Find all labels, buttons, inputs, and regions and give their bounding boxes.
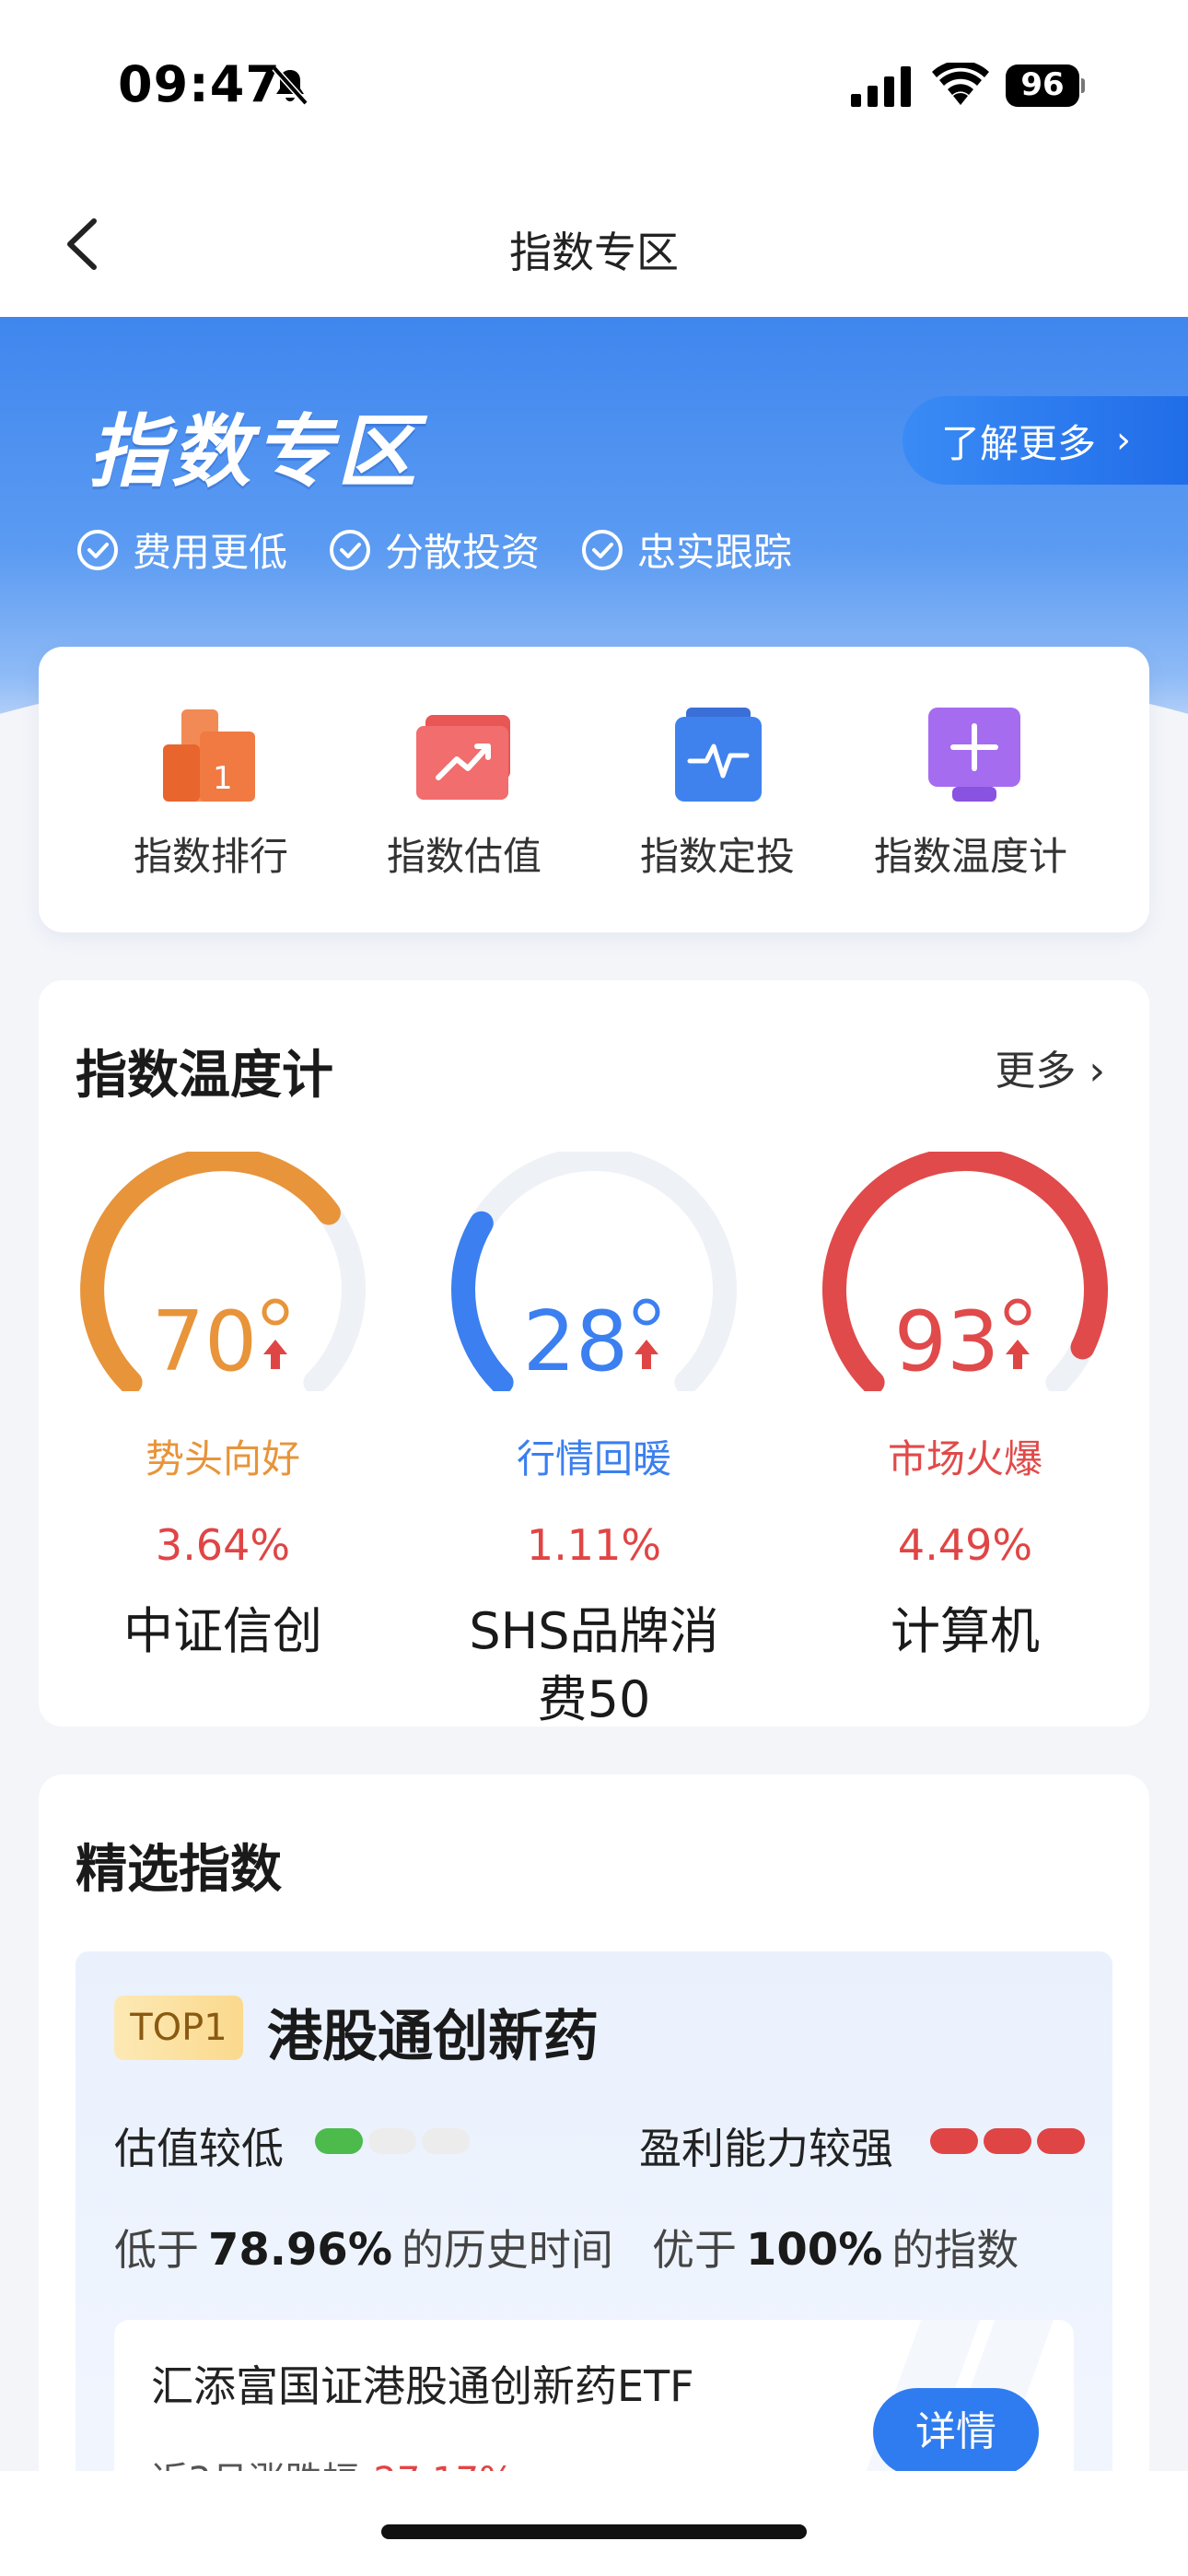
- learn-more-label: 了解更多: [941, 420, 1097, 466]
- wifi-icon: [932, 63, 989, 105]
- gauge-index-name: 计算机: [891, 1602, 1040, 1660]
- gauge-value: 28: [410, 1294, 778, 1390]
- page: 09:47 96 指数专区 指数专区 了解更多 › 费用更低 分散投资 忠实跟踪…: [0, 0, 1188, 2576]
- valuation-icon: [416, 715, 510, 800]
- degree-up-icon: [999, 1294, 1036, 1376]
- gauge-desc: 势头向好: [145, 1436, 300, 1481]
- check-circle-icon: [330, 529, 371, 570]
- profit-value: 100%: [746, 2224, 883, 2276]
- gauge-desc: 市场火爆: [887, 1436, 1042, 1481]
- valuation-value: 78.96%: [208, 2224, 392, 2276]
- quick-action-label: 指数排行: [133, 834, 288, 879]
- selected-index-card: 精选指数 TOP1 港股通创新药 估值较低 盈利能力较强 低于 78.96% 的历史…: [39, 1774, 1149, 2576]
- gauge-change: 4.49%: [897, 1520, 1033, 1570]
- quick-action-label: 指数估值: [386, 834, 542, 879]
- auto-invest-icon: [675, 708, 762, 802]
- bottom-bar: [0, 2471, 1188, 2576]
- gauge-item[interactable]: 28 行情回暖 1.11% SHS品牌消费50: [410, 1152, 778, 1728]
- thermometer-icon: [928, 708, 1020, 802]
- valuation-prefix: 低于: [114, 2225, 199, 2275]
- learn-more-button[interactable]: 了解更多 ›: [903, 396, 1188, 485]
- gauge-index-name: 中证信创: [123, 1602, 322, 1660]
- detail-button[interactable]: 详情: [873, 2388, 1039, 2476]
- nav-bar: 指数专区: [0, 175, 1188, 317]
- gauge-number: 70: [151, 1294, 258, 1390]
- thermometer-card: 指数温度计 更多 › 70 势头向好 3.64% 中证信创 28 行情回暖 1.…: [39, 980, 1149, 1728]
- degree-up-icon: [628, 1294, 665, 1376]
- gauge-index-name: SHS品牌消费50: [469, 1602, 719, 1728]
- quick-action-thermometer[interactable]: 指数温度计: [846, 698, 1095, 882]
- gauge-change: 1.11%: [526, 1520, 662, 1570]
- feature-label: 分散投资: [385, 530, 541, 575]
- quick-action-ranking[interactable]: 1 指数排行: [87, 698, 335, 882]
- level-segment: [422, 2128, 470, 2154]
- feature-label: 费用更低: [133, 530, 288, 575]
- svg-text:1: 1: [213, 760, 233, 797]
- valuation-detail: 低于 78.96% 的历史时间: [114, 2217, 613, 2277]
- cell-signal-icon: [851, 66, 911, 107]
- quick-action-auto-invest[interactable]: 指数定投: [593, 698, 842, 882]
- page-title: 指数专区: [509, 228, 679, 277]
- check-circle-icon: [582, 529, 623, 570]
- feature-label: 忠实跟踪: [637, 530, 793, 575]
- more-link[interactable]: 更多 ›: [995, 1037, 1105, 1096]
- feature-item: 忠实跟踪: [580, 521, 792, 578]
- chevron-right-icon: ›: [1116, 419, 1132, 462]
- index-name: 港股通创新药: [267, 2005, 599, 2069]
- check-circle-icon: [77, 529, 118, 570]
- section-title: 指数温度计: [76, 1046, 333, 1106]
- level-segment: [930, 2128, 978, 2154]
- gauge-value: 93: [781, 1294, 1149, 1390]
- profit-label: 盈利能力较强: [639, 2124, 893, 2173]
- valuation-label: 估值较低: [114, 2124, 284, 2173]
- profit-detail: 优于 100% 的指数: [652, 2217, 1019, 2277]
- profit-prefix: 优于: [652, 2225, 737, 2275]
- quick-actions-card: 1 指数排行 指数估值 指数定投 指数温度计: [39, 647, 1149, 932]
- status-time: 09:47: [118, 55, 281, 113]
- profit-suffix: 的指数: [891, 2225, 1019, 2275]
- level-segment: [1037, 2128, 1085, 2154]
- level-segment: [984, 2128, 1031, 2154]
- banner-title: 指数专区: [88, 406, 420, 498]
- feature-item: 分散投资: [328, 521, 540, 578]
- rank-badge: TOP1: [114, 1996, 243, 2060]
- gauge-item[interactable]: 70 势头向好 3.64% 中证信创: [39, 1152, 407, 1660]
- degree-up-icon: [257, 1294, 294, 1376]
- section-title: 精选指数: [76, 1840, 282, 1900]
- bell-slash-icon: [272, 65, 309, 106]
- battery-level: 96: [1020, 66, 1065, 103]
- level-segment: [315, 2128, 363, 2154]
- home-indicator[interactable]: [381, 2524, 807, 2539]
- gauge-value: 70: [39, 1294, 407, 1390]
- gauge-number: 28: [522, 1294, 629, 1390]
- quick-action-label: 指数定投: [639, 834, 795, 879]
- quick-action-valuation[interactable]: 指数估值: [340, 698, 588, 882]
- gauge-number: 93: [893, 1294, 1000, 1390]
- gauge-item[interactable]: 93 市场火爆 4.49% 计算机: [781, 1152, 1149, 1660]
- quick-action-label: 指数温度计: [873, 834, 1067, 879]
- ranking-icon: 1: [163, 709, 255, 802]
- status-bar: 09:47 96: [0, 0, 1188, 175]
- gauge-desc: 行情回暖: [516, 1436, 671, 1481]
- level-segment: [368, 2128, 416, 2154]
- valuation-level-bar: [315, 2128, 475, 2154]
- battery-indicator: 96: [1006, 64, 1085, 107]
- more-label: 更多: [995, 1048, 1077, 1095]
- profit-level-bar: [930, 2128, 1090, 2154]
- gauge-change: 3.64%: [155, 1520, 291, 1570]
- chevron-right-icon: ›: [1089, 1048, 1105, 1095]
- feature-list: 费用更低 分散投资 忠实跟踪: [76, 521, 833, 578]
- valuation-suffix: 的历史时间: [401, 2225, 613, 2275]
- fund-name: 汇添富国证港股通创新药ETF: [151, 2361, 694, 2411]
- feature-item: 费用更低: [76, 521, 287, 578]
